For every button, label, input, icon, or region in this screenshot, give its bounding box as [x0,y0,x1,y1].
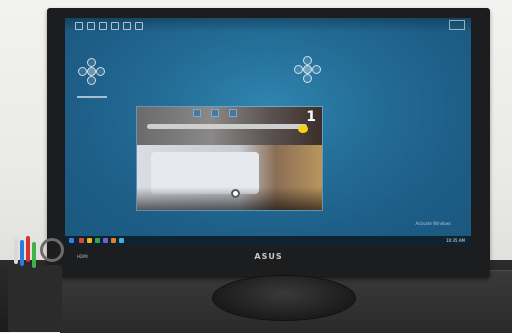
ptz-down-button[interactable] [87,76,96,85]
pen [32,242,36,268]
video-preview[interactable]: 1 [137,107,322,210]
taskbar-app-icon[interactable] [95,238,100,243]
pen [20,240,24,266]
ptz-right-button[interactable] [96,67,105,76]
video-channel-number: 1 [306,109,316,125]
taskbar-app-icon[interactable] [79,238,84,243]
taskbar-app-icon[interactable] [87,238,92,243]
toolbar-icon[interactable] [75,22,83,30]
tray-clock[interactable]: 10:35 AM [446,238,465,243]
pen-cup [8,265,62,332]
monitor: 1 Activate Windows 10:35 AM HDMI ASUS [47,8,490,278]
video-tab[interactable] [193,109,201,117]
toolbar-icon[interactable] [123,22,131,30]
start-icon[interactable] [69,238,74,243]
video-yellow-object [298,125,308,133]
activation-watermark: Activate Windows [415,221,451,226]
video-tab[interactable] [229,109,237,117]
monitor-stand-base [212,275,356,321]
video-shadow [137,187,322,210]
ptz2-up-button[interactable] [303,56,312,65]
taskbar-app-icon[interactable] [103,238,108,243]
video-pipe [147,124,307,129]
monitor-brand-logo: ASUS [254,252,283,261]
app-topbar [65,18,471,32]
scissors [40,238,64,262]
pen [26,236,30,262]
taskbar: 10:35 AM [65,236,471,246]
toolbar-icon[interactable] [135,22,143,30]
monitor-screen: 1 Activate Windows 10:35 AM [65,18,471,246]
toolbar-icon[interactable] [99,22,107,30]
ptz-left-button[interactable] [78,67,87,76]
window-close-button[interactable] [449,20,465,30]
camera-icon[interactable] [231,189,240,198]
pen [14,238,18,264]
ptz2-right-button[interactable] [312,65,321,74]
toolbar-icon[interactable] [111,22,119,30]
ptz2-down-button[interactable] [303,74,312,83]
ptz-center-button[interactable] [87,67,96,76]
video-tab[interactable] [211,109,219,117]
ptz2-left-button[interactable] [294,65,303,74]
ptz-up-button[interactable] [87,58,96,67]
zoom-slider[interactable] [77,96,107,98]
toolbar-icon[interactable] [87,22,95,30]
ptz2-center-button[interactable] [303,65,312,74]
taskbar-app-icon[interactable] [111,238,116,243]
taskbar-app-icon[interactable] [119,238,124,243]
